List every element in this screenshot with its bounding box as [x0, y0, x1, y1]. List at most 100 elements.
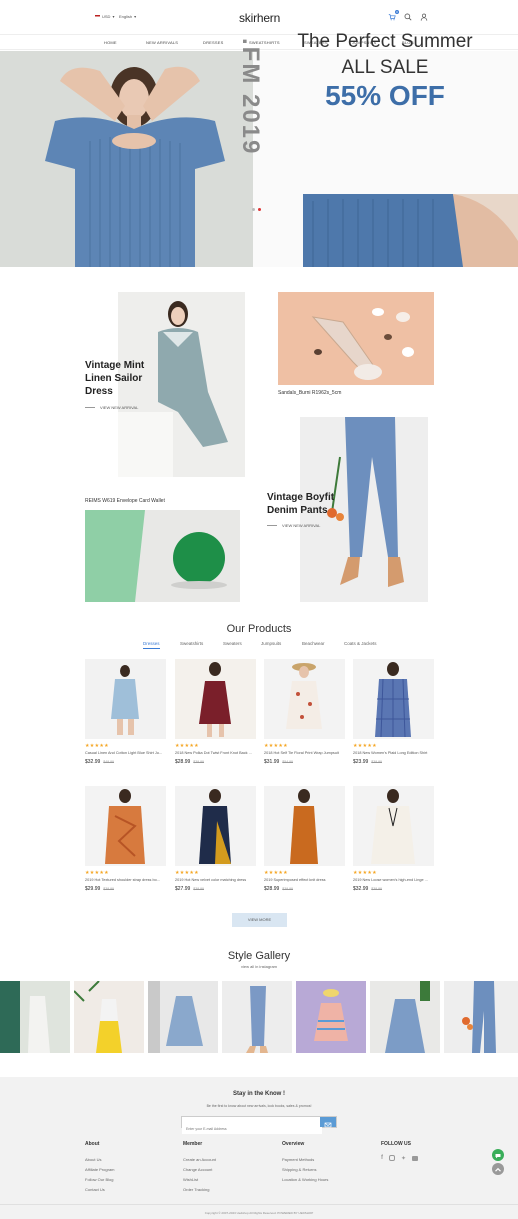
footer-link[interactable]: Location & Working Hours: [282, 1177, 328, 1182]
product-image[interactable]: [85, 786, 166, 866]
logo-text: skirhern: [239, 11, 281, 25]
subscribe-form: [181, 1116, 337, 1134]
product-card[interactable]: ★★★★★ 2018 New Polka Dot Twist Front Kno…: [175, 659, 256, 765]
product-card[interactable]: ★★★★★ Casual Linen And Cotton Light Blue…: [85, 659, 166, 765]
footer-link[interactable]: Follow Our Blog: [85, 1177, 115, 1182]
product-price: $23.99 $39.99: [353, 759, 434, 765]
product-name[interactable]: Casual Linen And Cotton Light Blue Shirt…: [85, 751, 166, 755]
cart-icon[interactable]: 0: [387, 10, 399, 22]
hero-pagination: [252, 208, 261, 211]
footer-link[interactable]: Create an Account: [183, 1157, 216, 1162]
product-image[interactable]: [264, 786, 345, 866]
old-price: $49.99: [103, 760, 115, 764]
back-to-top-button[interactable]: [492, 1163, 504, 1175]
product-price: $32.99 $49.99: [85, 759, 166, 765]
product-name[interactable]: 2019 New Loose women's high-end Linge ..…: [353, 878, 434, 882]
slide-dot-active[interactable]: [258, 208, 261, 211]
product-name[interactable]: 2019 Hot Textured shoulder strap dress b…: [85, 878, 166, 882]
subscribe-button[interactable]: [320, 1117, 336, 1128]
promo-pants-link[interactable]: VIEW NEW ARRIVAL: [267, 523, 320, 528]
footer-link[interactable]: About Us: [85, 1157, 115, 1162]
product-image[interactable]: [353, 786, 434, 866]
user-icon[interactable]: [419, 12, 429, 22]
product-image[interactable]: [175, 786, 256, 866]
promo-wallet-caption[interactable]: REIMS W619 Envelope Card Wallet: [85, 498, 165, 504]
language-selector[interactable]: English ▾: [119, 14, 136, 19]
product-image[interactable]: [264, 659, 345, 739]
product-card[interactable]: ★★★★★ 2018 New Women's Plaid Long Editio…: [353, 659, 434, 765]
promo-sandals-image[interactable]: [278, 292, 434, 385]
footer-link[interactable]: WishList: [183, 1177, 216, 1182]
chat-icon: [495, 1154, 501, 1159]
footer-link[interactable]: Change Account: [183, 1167, 216, 1172]
product-name[interactable]: 2018 New Women's Plaid Long Edition Shir…: [353, 751, 434, 755]
footer-link[interactable]: Affiliate Program: [85, 1167, 115, 1172]
hero-title: The Perfect Summer: [297, 31, 473, 52]
current-price: $31.99: [264, 759, 280, 765]
promo-wallet-image[interactable]: [85, 510, 240, 602]
gallery-image[interactable]: [370, 981, 440, 1053]
promo-sandals-caption[interactable]: Sandals_Burni R1962s_5cm: [278, 390, 341, 396]
divider: [267, 525, 277, 526]
product-card[interactable]: ★★★★★ 2019 Hot New velvet color matching…: [175, 786, 256, 892]
footer-about-heading: About: [85, 1141, 100, 1147]
chevron-down-icon: ▾: [134, 14, 137, 19]
tab-jumpsuits[interactable]: Jumpsuits: [261, 641, 281, 646]
product-image[interactable]: [85, 659, 166, 739]
footer-link[interactable]: Contact Us: [85, 1187, 115, 1192]
product-image[interactable]: [353, 659, 434, 739]
product-image[interactable]: [175, 659, 256, 739]
tab-coats-jackets[interactable]: Coats & Jackets: [344, 641, 377, 646]
nav-home[interactable]: HOME: [104, 40, 117, 45]
promo-dress-link[interactable]: VIEW NEW ARRIVAL: [85, 405, 138, 410]
instagram-icon[interactable]: [389, 1155, 395, 1161]
product-name[interactable]: 2018 New Polka Dot Twist Front Knot Back…: [175, 751, 256, 755]
email-field[interactable]: [182, 1124, 322, 1134]
promo-pants-title-line2: Denim Pants: [267, 505, 328, 516]
product-name[interactable]: 2019 Superimposed effect knit dress: [264, 878, 345, 882]
tab-beachwear[interactable]: Beachwear: [302, 641, 325, 646]
tab-sweaters[interactable]: Sweaters: [223, 641, 242, 646]
product-name[interactable]: 2019 Hot New velvet color matching dress: [175, 878, 256, 882]
footer-overview-heading: Overview: [282, 1141, 305, 1147]
site-footer: [0, 1077, 518, 1219]
product-rating: ★★★★★: [85, 870, 109, 876]
gallery-image[interactable]: [222, 981, 292, 1053]
product-card[interactable]: ★★★★★ 2019 New Loose women's high-end Li…: [353, 786, 434, 892]
nav-dresses[interactable]: DRESSES: [203, 40, 224, 45]
gallery-image[interactable]: [444, 981, 518, 1053]
gallery-image[interactable]: [0, 981, 70, 1053]
promo-dress-title-line3: Dress: [85, 386, 113, 397]
old-price: $39.99: [193, 887, 205, 891]
footer-link[interactable]: Order Tracking: [183, 1187, 216, 1192]
view-more-button[interactable]: VIEW MORE: [232, 913, 287, 927]
youtube-icon[interactable]: [412, 1156, 419, 1161]
copyright: Copyright © 2007-2023 Uedshop All Rights…: [204, 1211, 314, 1215]
nav-new-arrivals[interactable]: NEW ARRIVALS: [146, 40, 178, 45]
gallery-image[interactable]: [296, 981, 366, 1053]
hero-discount: 55% OFF: [325, 80, 445, 111]
product-card[interactable]: ★★★★★ 2018 Hot Self Tie Floral Print Wra…: [264, 659, 345, 765]
facebook-icon[interactable]: f: [381, 1155, 383, 1162]
gallery-image[interactable]: [74, 981, 144, 1053]
footer-link[interactable]: Shipping & Returns: [282, 1167, 328, 1172]
gallery-image[interactable]: [148, 981, 218, 1053]
footer-link[interactable]: Payment Methods: [282, 1157, 328, 1162]
tab-sweatshirts[interactable]: Sweatshirts: [180, 641, 203, 646]
currency-selector[interactable]: USD ▾: [95, 14, 114, 19]
chat-button[interactable]: [492, 1149, 504, 1161]
gallery-instagram-link[interactable]: view all in instagram: [0, 964, 518, 969]
hero-subtitle: ALL SALE: [341, 57, 429, 78]
product-name[interactable]: 2018 Hot Self Tie Floral Print Wrap Jump…: [264, 751, 345, 755]
slide-dot[interactable]: [252, 208, 255, 211]
product-price: $28.99 $39.99: [175, 759, 256, 765]
twitter-icon[interactable]: ✦: [401, 1155, 406, 1162]
search-icon[interactable]: [403, 12, 413, 22]
product-card[interactable]: ★★★★★ 2019 Superimposed effect knit dres…: [264, 786, 345, 892]
product-card[interactable]: ★★★★★ 2019 Hot Textured shoulder strap d…: [85, 786, 166, 892]
site-logo[interactable]: skirhern: [239, 11, 280, 25]
cart-count-badge: 0: [395, 10, 399, 14]
products-section-title: Our Products: [226, 623, 292, 635]
tab-dresses[interactable]: Dresses: [143, 641, 160, 649]
product-price: $32.99 $39.99: [353, 886, 434, 892]
